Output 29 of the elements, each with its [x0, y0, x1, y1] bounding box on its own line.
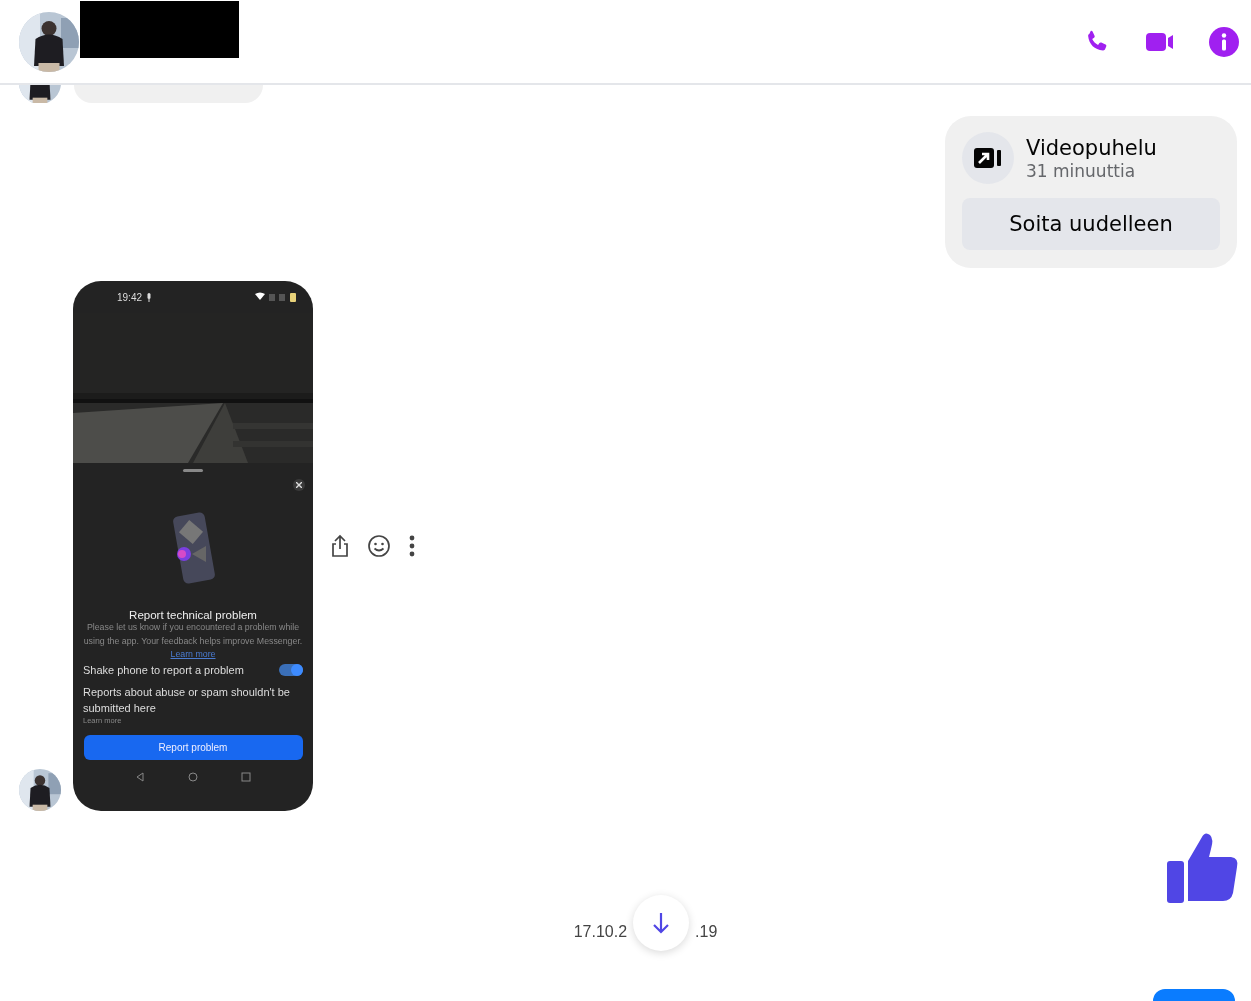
- timestamp-text: 17.10.2: [573, 923, 628, 941]
- call-again-button[interactable]: Soita uudelleen: [962, 198, 1220, 250]
- close-icon[interactable]: [293, 479, 305, 491]
- toggle-label: Shake phone to report a problem: [83, 663, 244, 676]
- arrow-down-icon: [651, 911, 672, 935]
- call-duration: 31 minuuttia: [1026, 161, 1137, 181]
- status-time: 19:42: [117, 291, 143, 303]
- scroll-down-button[interactable]: [633, 895, 690, 951]
- thumbs-up-icon[interactable]: [1167, 831, 1239, 903]
- video-call-icon: [973, 146, 1003, 170]
- shake-toggle[interactable]: [279, 663, 303, 676]
- sheet-title: Report technical problem: [129, 609, 257, 621]
- floating-button[interactable]: [1153, 989, 1235, 1001]
- info-icon[interactable]: [1209, 26, 1239, 57]
- sheet-description: Please let us know if you encountered a problem while using the app. Your feedback helps improve Messenger. Learn more: [83, 621, 303, 661]
- report-problem-button[interactable]: Report problem: [83, 734, 303, 760]
- call-title: Videopuhelu: [1026, 135, 1157, 161]
- status-icons: [255, 292, 299, 302]
- smiley-icon[interactable]: [367, 534, 391, 558]
- microphone-icon: [146, 292, 153, 302]
- home-icon[interactable]: [188, 771, 198, 782]
- back-icon[interactable]: [134, 771, 145, 782]
- recents-icon[interactable]: [241, 771, 252, 782]
- timestamp-text: .19: [695, 923, 718, 941]
- notice-text: Reports about abuse or spam shouldn't be submitted here: [83, 684, 291, 716]
- avatar: [19, 769, 61, 811]
- share-icon[interactable]: [331, 534, 349, 558]
- more-options-icon[interactable]: [409, 535, 415, 557]
- learn-more-link[interactable]: Learn more: [170, 649, 216, 659]
